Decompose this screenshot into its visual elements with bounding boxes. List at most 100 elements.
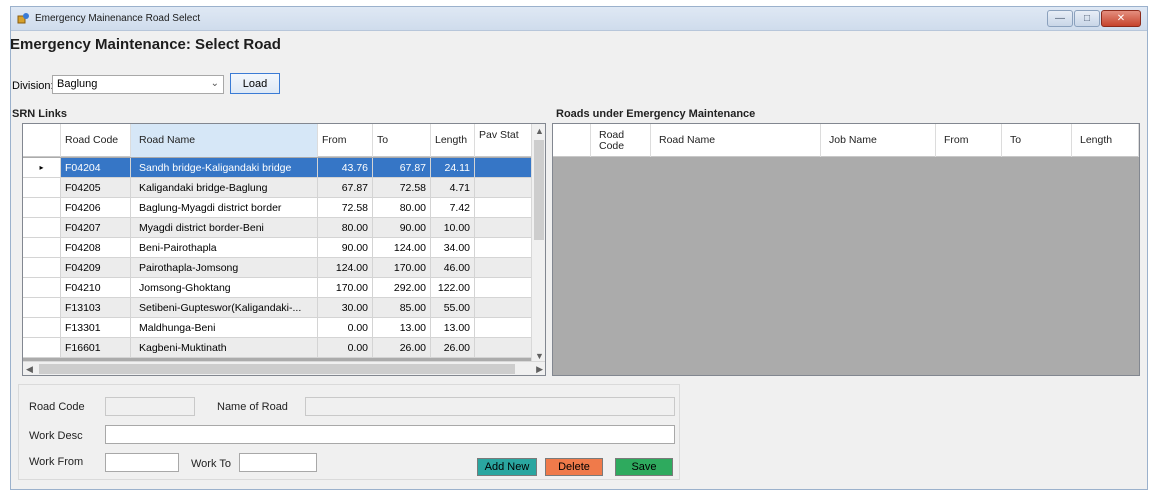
cell-road-name[interactable]: Maldhunga-Beni — [131, 318, 318, 338]
cell-road-name[interactable]: Setibeni-Gupteswor(Kaligandaki-... — [131, 298, 318, 318]
scroll-up-icon[interactable]: ▲ — [535, 126, 544, 136]
cell-pav-stat[interactable] — [475, 318, 533, 338]
cell-road-code[interactable]: F13301 — [61, 318, 131, 338]
cell-length[interactable]: 13.00 — [431, 318, 475, 338]
srn-vertical-scroll-thumb[interactable] — [534, 140, 544, 240]
cell-from[interactable]: 30.00 — [318, 298, 373, 318]
cell-from[interactable]: 72.58 — [318, 198, 373, 218]
load-button[interactable]: Load — [230, 73, 280, 94]
cell-to[interactable]: 67.87 — [373, 158, 431, 178]
table-row[interactable]: F04207 Myagdi district border-Beni 80.00 90… — [23, 218, 533, 238]
cell-road-name[interactable]: Beni-Pairothapla — [131, 238, 318, 258]
table-row[interactable]: F04209 Pairothapla-Jomsong 124.00 170.00 46.… — [23, 258, 533, 278]
column-header-road-name[interactable]: Road Name — [651, 124, 821, 157]
row-header[interactable] — [23, 258, 61, 278]
cell-to[interactable]: 72.58 — [373, 178, 431, 198]
cell-pav-stat[interactable] — [475, 238, 533, 258]
cell-to[interactable]: 13.00 — [373, 318, 431, 338]
cell-pav-stat[interactable] — [475, 278, 533, 298]
row-header[interactable] — [23, 198, 61, 218]
column-header-road-code[interactable]: Road Code — [61, 124, 131, 157]
work-desc-field[interactable] — [105, 425, 675, 444]
cell-to[interactable]: 85.00 — [373, 298, 431, 318]
row-header[interactable] — [23, 278, 61, 298]
cell-length[interactable]: 122.00 — [431, 278, 475, 298]
table-row[interactable]: ▸ F04204 Sandh bridge-Kaligandaki bridge 43… — [23, 158, 533, 178]
scroll-down-icon[interactable]: ▼ — [535, 351, 544, 361]
row-header[interactable] — [23, 238, 61, 258]
emergency-roads-grid[interactable]: Road Code Road Name Job Name From To Len… — [552, 123, 1140, 376]
cell-length[interactable]: 26.00 — [431, 338, 475, 358]
cell-road-code[interactable]: F13103 — [61, 298, 131, 318]
cell-road-code[interactable]: F04206 — [61, 198, 131, 218]
srn-horizontal-scroll-thumb[interactable] — [39, 364, 515, 374]
table-row[interactable]: F04205 Kaligandaki bridge-Baglung 67.87 72.… — [23, 178, 533, 198]
column-header-length[interactable]: Length — [1072, 124, 1139, 157]
cell-from[interactable]: 43.76 — [318, 158, 373, 178]
cell-length[interactable]: 46.00 — [431, 258, 475, 278]
srn-links-grid[interactable]: Road Code Road Name From To Length Pav S… — [22, 123, 546, 376]
column-header-length[interactable]: Length — [431, 124, 475, 157]
cell-pav-stat[interactable] — [475, 258, 533, 278]
cell-road-name[interactable]: Sandh bridge-Kaligandaki bridge — [131, 158, 318, 178]
table-row[interactable]: F04208 Beni-Pairothapla 90.00 124.00 34.00 — [23, 238, 533, 258]
close-button[interactable]: ✕ — [1101, 10, 1141, 27]
work-to-field[interactable] — [239, 453, 317, 472]
table-row[interactable]: F13301 Maldhunga-Beni 0.00 13.00 13.00 — [23, 318, 533, 338]
cell-road-name[interactable]: Jomsong-Ghoktang — [131, 278, 318, 298]
cell-road-name[interactable]: Pairothapla-Jomsong — [131, 258, 318, 278]
row-header[interactable] — [23, 298, 61, 318]
table-row[interactable]: F04206 Baglung-Myagdi district border 72.5… — [23, 198, 533, 218]
row-header[interactable]: ▸ — [23, 158, 61, 178]
cell-road-code[interactable]: F04207 — [61, 218, 131, 238]
cell-road-code[interactable]: F04205 — [61, 178, 131, 198]
column-header-from[interactable]: From — [936, 124, 1002, 157]
cell-length[interactable]: 55.00 — [431, 298, 475, 318]
minimize-button[interactable]: — — [1047, 10, 1073, 27]
add-new-button[interactable]: Add New — [477, 458, 537, 476]
cell-length[interactable]: 24.11 — [431, 158, 475, 178]
column-header-pav-stat[interactable]: Pav Stat — [475, 124, 533, 157]
cell-to[interactable]: 90.00 — [373, 218, 431, 238]
row-header[interactable] — [23, 218, 61, 238]
cell-pav-stat[interactable] — [475, 198, 533, 218]
column-header-road-code[interactable]: Road Code — [591, 124, 651, 157]
row-header[interactable] — [23, 318, 61, 338]
row-header[interactable] — [23, 338, 61, 358]
cell-length[interactable]: 10.00 — [431, 218, 475, 238]
column-header-road-name[interactable]: Road Name — [131, 124, 318, 157]
cell-to[interactable]: 80.00 — [373, 198, 431, 218]
maximize-button[interactable]: □ — [1074, 10, 1100, 27]
cell-road-code[interactable]: F04209 — [61, 258, 131, 278]
division-select[interactable]: Baglung ⌄ — [52, 75, 224, 94]
cell-road-code[interactable]: F04204 — [61, 158, 131, 178]
scroll-right-icon[interactable]: ▶ — [536, 364, 543, 375]
cell-road-name[interactable]: Baglung-Myagdi district border — [131, 198, 318, 218]
cell-length[interactable]: 4.71 — [431, 178, 475, 198]
cell-pav-stat[interactable] — [475, 158, 533, 178]
table-row[interactable]: F13103 Setibeni-Gupteswor(Kaligandaki-...… — [23, 298, 533, 318]
srn-vertical-scrollbar[interactable]: ▲ ▼ — [531, 124, 545, 363]
column-header-job-name[interactable]: Job Name — [821, 124, 936, 157]
cell-road-name[interactable]: Myagdi district border-Beni — [131, 218, 318, 238]
cell-road-name[interactable]: Kaligandaki bridge-Baglung — [131, 178, 318, 198]
cell-to[interactable]: 170.00 — [373, 258, 431, 278]
work-from-field[interactable] — [105, 453, 179, 472]
row-header[interactable] — [23, 178, 61, 198]
cell-pav-stat[interactable] — [475, 298, 533, 318]
cell-from[interactable]: 80.00 — [318, 218, 373, 238]
cell-from[interactable]: 124.00 — [318, 258, 373, 278]
cell-from[interactable]: 90.00 — [318, 238, 373, 258]
cell-pav-stat[interactable] — [475, 178, 533, 198]
column-header-from[interactable]: From — [318, 124, 373, 157]
cell-from[interactable]: 170.00 — [318, 278, 373, 298]
table-row[interactable]: F04210 Jomsong-Ghoktang 170.00 292.00 122.00 — [23, 278, 533, 298]
cell-to[interactable]: 292.00 — [373, 278, 431, 298]
cell-from[interactable]: 67.87 — [318, 178, 373, 198]
cell-road-code[interactable]: F04210 — [61, 278, 131, 298]
cell-from[interactable]: 0.00 — [318, 338, 373, 358]
column-header-to[interactable]: To — [373, 124, 431, 157]
save-button[interactable]: Save — [615, 458, 673, 476]
column-header-to[interactable]: To — [1002, 124, 1072, 157]
cell-to[interactable]: 26.00 — [373, 338, 431, 358]
